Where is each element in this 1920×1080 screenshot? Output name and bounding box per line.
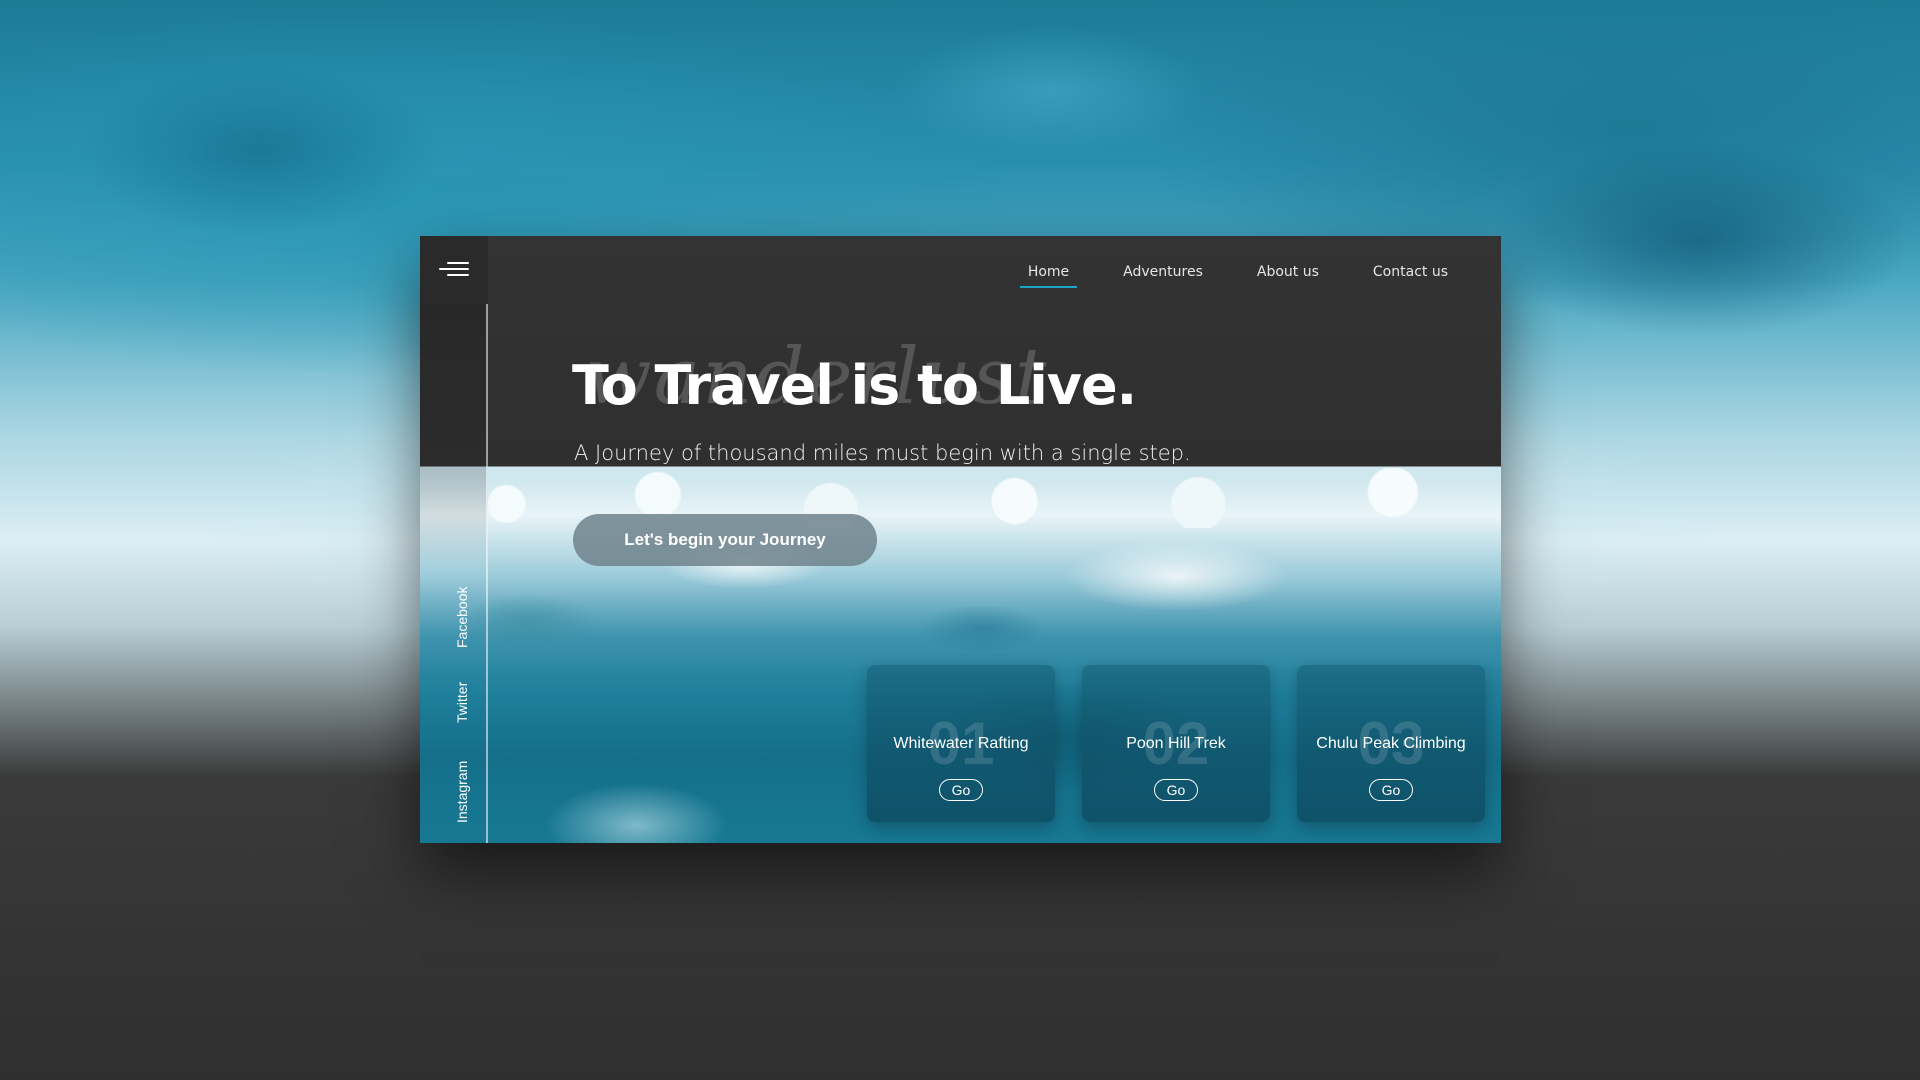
hero-title: To Travel is to Live. [572, 354, 1137, 417]
nav-item-contact[interactable]: Contact us [1365, 260, 1456, 288]
top-nav: Home Adventures About us Contact us [1019, 260, 1456, 288]
card-title: Poon Hill Trek [1126, 735, 1226, 752]
card-go-button[interactable]: Go [939, 779, 983, 801]
card-title: Chulu Peak Climbing [1316, 735, 1466, 752]
adventure-card[interactable]: 03 Chulu Peak Climbing Go [1297, 665, 1485, 822]
begin-journey-button[interactable]: Let's begin your Journey [573, 514, 877, 566]
social-link-twitter[interactable]: Twitter [454, 682, 470, 723]
card-go-button[interactable]: Go [1154, 779, 1198, 801]
social-link-facebook[interactable]: Facebook [454, 587, 470, 648]
hero-subtitle: A Journey of thousand miles must begin w… [574, 441, 1191, 465]
social-link-instagram[interactable]: Instagram [454, 761, 470, 823]
card-title: Whitewater Rafting [893, 735, 1029, 752]
nav-item-about[interactable]: About us [1249, 260, 1327, 288]
adventure-card[interactable]: 02 Poon Hill Trek Go [1082, 665, 1270, 822]
sidebar: Facebook Twitter Instagram [420, 236, 488, 843]
menu-button[interactable] [420, 236, 488, 304]
adventure-card[interactable]: 01 Whitewater Rafting Go [867, 665, 1055, 822]
website-mockup: Facebook Twitter Instagram Home Adventur… [420, 236, 1501, 843]
card-go-button[interactable]: Go [1369, 779, 1413, 801]
nav-item-home[interactable]: Home [1019, 260, 1078, 288]
hamburger-menu-icon [439, 262, 469, 278]
nav-item-adventures[interactable]: Adventures [1115, 260, 1211, 288]
